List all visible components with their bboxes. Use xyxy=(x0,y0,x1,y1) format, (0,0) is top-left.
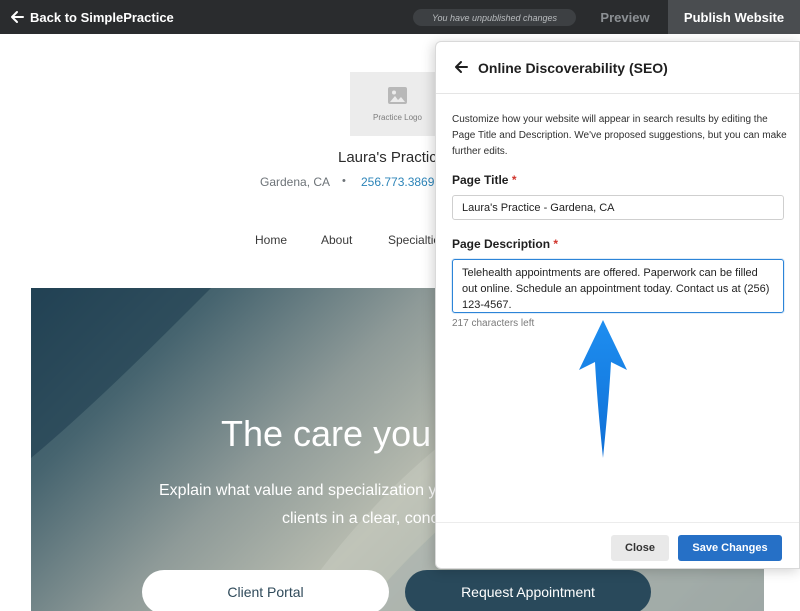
back-to-simplepractice-link[interactable]: Back to SimplePractice xyxy=(10,0,174,34)
page-description-label: Page Description * xyxy=(452,237,558,251)
page-title-label: Page Title * xyxy=(452,173,516,187)
request-appointment-button[interactable]: Request Appointment xyxy=(405,570,651,611)
back-link-label: Back to SimplePractice xyxy=(30,9,174,25)
practice-location: Gardena, CA xyxy=(260,175,331,189)
practice-phone[interactable]: 256.773.3869 xyxy=(361,175,434,189)
panel-footer: Close Save Changes xyxy=(436,522,799,570)
practice-logo-placeholder[interactable]: Practice Logo xyxy=(350,72,445,136)
page-description-label-text: Page Description xyxy=(452,237,551,251)
panel-header: Online Discoverability (SEO) xyxy=(436,42,799,94)
seo-panel: Online Discoverability (SEO) Customize h… xyxy=(435,41,800,569)
panel-title: Online Discoverability (SEO) xyxy=(478,60,668,76)
close-button[interactable]: Close xyxy=(611,535,669,561)
required-marker: * xyxy=(553,237,559,251)
arrow-left-icon[interactable] xyxy=(454,60,468,74)
unpublished-changes-badge: You have unpublished changes xyxy=(413,9,576,26)
separator-dot: • xyxy=(342,175,346,187)
page-description-textarea[interactable]: Telehealth appointments are offered. Pap… xyxy=(452,259,784,313)
panel-intro-text: Customize how your website will appear i… xyxy=(452,114,787,157)
logo-label: Practice Logo xyxy=(373,113,422,122)
client-portal-button[interactable]: Client Portal xyxy=(142,570,389,611)
publish-website-button[interactable]: Publish Website xyxy=(668,0,800,34)
nav-about[interactable]: About xyxy=(321,233,352,247)
page-title-input[interactable] xyxy=(452,195,784,220)
nav-home[interactable]: Home xyxy=(255,233,287,247)
up-arrow-icon xyxy=(579,320,627,458)
page-title-label-text: Page Title xyxy=(452,173,509,187)
preview-button[interactable]: Preview xyxy=(584,0,666,34)
characters-left-counter: 217 characters left xyxy=(452,318,535,329)
required-marker: * xyxy=(511,173,517,187)
save-changes-button[interactable]: Save Changes xyxy=(678,535,782,561)
arrow-left-icon xyxy=(11,11,24,23)
practice-name: Laura's Practice xyxy=(338,149,446,166)
top-bar: Back to SimplePractice You have unpublis… xyxy=(0,0,800,34)
image-icon xyxy=(388,87,407,104)
